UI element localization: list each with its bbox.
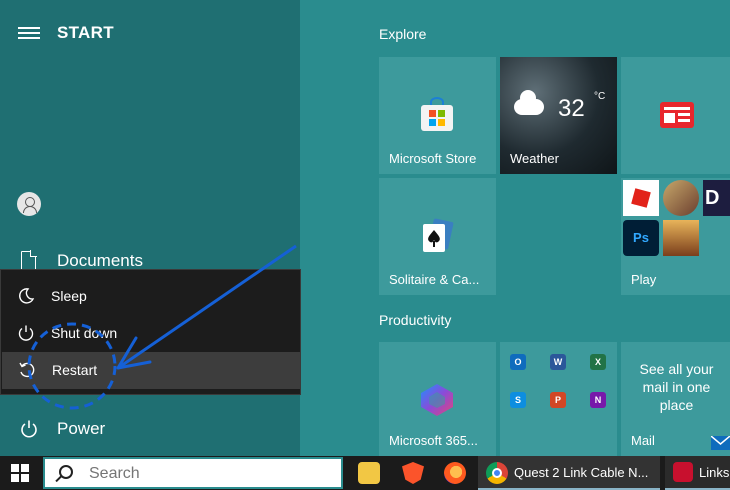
play-folder-tile[interactable]: D Ps Play xyxy=(621,178,730,295)
office-logo-icon xyxy=(421,384,453,416)
chrome-icon xyxy=(486,462,508,484)
news-icon xyxy=(660,102,694,128)
power-label: Power xyxy=(57,419,106,438)
search-input[interactable] xyxy=(89,465,329,483)
power-icon xyxy=(18,325,34,341)
onenote-icon[interactable]: N xyxy=(590,392,606,408)
solitaire-tile[interactable]: Solitaire & Ca... xyxy=(379,178,496,295)
word-icon[interactable]: W xyxy=(550,354,566,370)
search-icon xyxy=(59,465,73,479)
document-icon xyxy=(21,250,37,270)
microsoft-365-tile[interactable]: Microsoft 365... xyxy=(379,342,496,456)
taskbar-search-box[interactable] xyxy=(43,457,343,489)
weather-label: Weather xyxy=(510,151,559,166)
office-label: Microsoft 365... xyxy=(389,433,478,448)
moon-icon xyxy=(19,288,35,304)
brave-browser-icon[interactable] xyxy=(402,462,424,484)
app-icon xyxy=(673,462,693,482)
power-icon xyxy=(21,420,37,438)
links-task-label: Links xyxy=(699,465,730,480)
mail-label: Mail xyxy=(631,433,655,448)
taskbar-chrome-task[interactable]: Quest 2 Link Cable N... xyxy=(478,456,660,490)
mail-envelope-icon xyxy=(711,436,730,450)
hamburger-icon[interactable] xyxy=(18,24,40,42)
weather-tile[interactable]: 32 °C Weather xyxy=(500,57,617,174)
firefox-icon[interactable] xyxy=(444,462,466,484)
restart-option[interactable]: Restart xyxy=(2,352,300,389)
user-avatar-icon[interactable] xyxy=(17,192,41,216)
power-button[interactable]: Power xyxy=(0,412,300,446)
shutdown-label: Shut down xyxy=(51,325,118,341)
explore-section-title: Explore xyxy=(379,26,427,42)
weather-unit: °C xyxy=(594,91,606,102)
power-flyout: Sleep Shut down Restart xyxy=(0,269,301,395)
store-label: Microsoft Store xyxy=(389,151,477,166)
windows-start-icon[interactable] xyxy=(11,464,29,482)
game-temple-icon xyxy=(663,220,699,256)
mail-description: See all your mail in one place xyxy=(639,361,714,413)
office-apps-folder-tile[interactable]: O W X S P N xyxy=(500,342,617,456)
productivity-section-title: Productivity xyxy=(379,312,452,328)
solitaire-label: Solitaire & Ca... xyxy=(389,272,480,287)
play-label: Play xyxy=(631,272,657,287)
outlook-icon[interactable]: O xyxy=(510,354,526,370)
mail-tile[interactable]: See all your mail in one place Mail xyxy=(621,342,730,456)
restart-icon xyxy=(19,362,35,378)
start-title: START xyxy=(57,23,114,42)
photoshop-icon: Ps xyxy=(623,220,659,256)
restart-label: Restart xyxy=(52,362,98,378)
sleep-label: Sleep xyxy=(51,288,87,304)
file-explorer-icon[interactable] xyxy=(358,462,380,484)
cloud-rain-icon xyxy=(514,90,544,115)
shutdown-option[interactable]: Shut down xyxy=(1,315,301,352)
dolby-icon: D xyxy=(703,180,730,216)
game-avatar-icon xyxy=(663,180,699,216)
excel-icon[interactable]: X xyxy=(590,354,606,370)
chrome-task-label: Quest 2 Link Cable N... xyxy=(514,465,649,480)
taskbar: Quest 2 Link Cable N... Links xyxy=(0,456,730,490)
taskbar-links-task[interactable]: Links xyxy=(665,456,730,490)
weather-temperature: 32 xyxy=(558,95,585,122)
sleep-option[interactable]: Sleep xyxy=(1,278,301,315)
cards-spade-icon xyxy=(423,218,454,252)
roblox-icon xyxy=(623,180,659,216)
documents-label: Documents xyxy=(57,251,143,270)
skype-icon[interactable]: S xyxy=(510,392,526,408)
powerpoint-icon[interactable]: P xyxy=(550,392,566,408)
microsoft-store-tile[interactable]: Microsoft Store xyxy=(379,57,496,174)
store-bag-icon xyxy=(421,97,453,131)
news-tile[interactable] xyxy=(621,57,730,174)
